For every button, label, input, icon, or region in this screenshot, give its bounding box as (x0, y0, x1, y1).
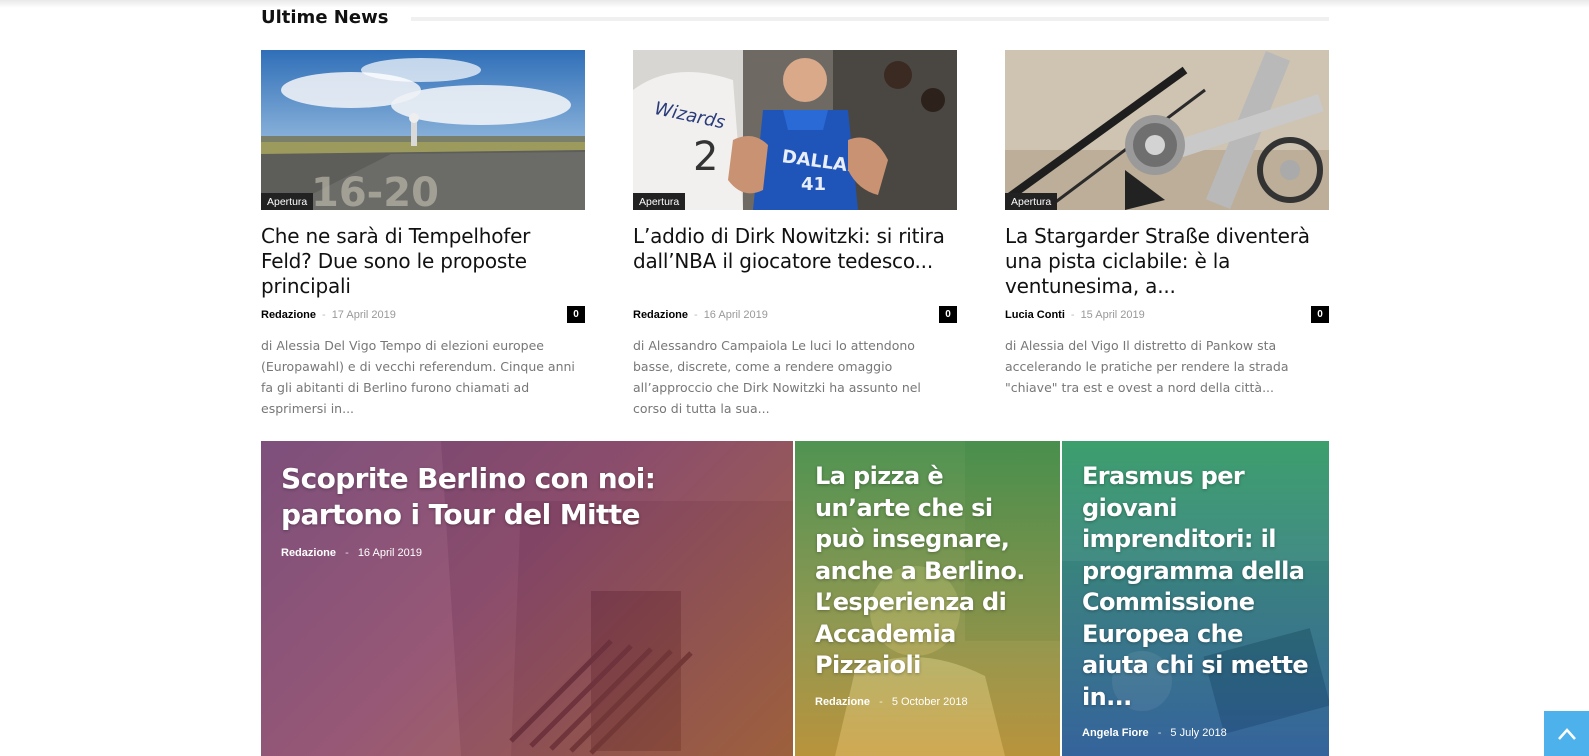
meta-separator: - (322, 309, 326, 321)
article-title[interactable]: Che ne sarà di Tempelhofer Feld? Due son… (261, 224, 585, 299)
featured-meta: Redazione - 16 April 2019 (281, 547, 773, 559)
section-header: Ultime News (261, 7, 1329, 31)
meta-separator: - (879, 695, 883, 708)
featured-article[interactable]: La pizza è un’arte che si può insegnare,… (795, 441, 1060, 756)
publish-date: 15 April 2019 (1080, 309, 1145, 321)
publish-date: 16 April 2019 (357, 547, 423, 559)
category-badge[interactable]: Apertura (633, 193, 686, 210)
article-thumbnail[interactable]: Wizards 2 DALLAS 41 Apertura (633, 50, 957, 210)
article-excerpt: di Alessia del Vigo Il distretto di Pank… (1005, 338, 1289, 395)
article-title[interactable]: L’addio di Dirk Nowitzki: si ritira dall… (633, 224, 957, 299)
category-badge[interactable]: Apertura (261, 193, 314, 210)
publish-date: 17 April 2019 (331, 309, 396, 321)
featured-content: Scoprite Berlino con noi: partono i Tour… (281, 461, 773, 559)
featured-title[interactable]: La pizza è un’arte che si può insegnare,… (815, 461, 1040, 682)
publish-date: 5 October 2018 (891, 695, 968, 708)
featured-content: La pizza è un’arte che si può insegnare,… (815, 461, 1040, 708)
comment-count[interactable]: 0 (1311, 306, 1329, 323)
article-meta: Redazione - 16 April 2019 0 (633, 306, 957, 324)
meta-separator: - (1070, 309, 1075, 321)
author-name[interactable]: Redazione (633, 309, 688, 321)
featured-meta: Redazione - 5 October 2018 (815, 696, 1040, 708)
article-title[interactable]: La Stargarder Straße diventerà una pista… (1005, 224, 1329, 299)
category-badge[interactable]: Apertura (1005, 193, 1058, 210)
author-name[interactable]: Redazione (261, 309, 316, 321)
svg-text:2: 2 (693, 134, 718, 180)
svg-text:16-20: 16-20 (311, 170, 439, 210)
article-card: Apertura La Stargarder Straße diventerà … (1005, 50, 1329, 398)
comment-count[interactable]: 0 (939, 306, 957, 323)
article-card: Wizards 2 DALLAS 41 Apertura L’addio di … (633, 50, 957, 419)
section-divider (411, 17, 1329, 21)
featured-title[interactable]: Erasmus per giovani imprenditori: il pro… (1082, 461, 1309, 713)
featured-title[interactable]: Scoprite Berlino con noi: partono i Tour… (281, 461, 773, 533)
article-meta: Lucia Conti - 15 April 2019 0 (1005, 306, 1329, 324)
section-title: Ultime News (261, 7, 409, 28)
publish-date: 16 April 2019 (703, 309, 768, 321)
author-name[interactable]: Angela Fiore (1082, 727, 1149, 739)
meta-separator: - (345, 547, 349, 559)
publish-date: 5 July 2018 (1170, 727, 1227, 739)
featured-article[interactable]: Erasmus per giovani imprenditori: il pro… (1062, 441, 1329, 756)
article-excerpt: di Alessandro Campaiola Le luci lo atten… (633, 338, 921, 416)
meta-separator: - (694, 309, 698, 321)
featured-meta: Angela Fiore - 5 July 2018 (1082, 727, 1309, 739)
article-card: 16-20 Apertura Che ne sarà di Tempelhofe… (261, 50, 585, 419)
arrow-up-icon (1557, 727, 1576, 740)
article-thumbnail[interactable]: 16-20 Apertura (261, 50, 585, 210)
article-thumbnail[interactable]: Apertura (1005, 50, 1329, 210)
featured-article[interactable]: Scoprite Berlino con noi: partono i Tour… (261, 441, 793, 756)
meta-separator: - (1157, 727, 1162, 739)
author-name[interactable]: Redazione (281, 547, 336, 559)
svg-text:41: 41 (801, 174, 826, 195)
author-name[interactable]: Redazione (815, 696, 870, 708)
back-to-top-button[interactable] (1544, 711, 1589, 756)
author-name[interactable]: Lucia Conti (1005, 309, 1065, 321)
article-excerpt: di Alessia Del Vigo Tempo di elezioni eu… (261, 338, 575, 416)
article-meta: Redazione - 17 April 2019 0 (261, 306, 585, 324)
featured-content: Erasmus per giovani imprenditori: il pro… (1082, 461, 1309, 739)
comment-count[interactable]: 0 (567, 306, 585, 323)
